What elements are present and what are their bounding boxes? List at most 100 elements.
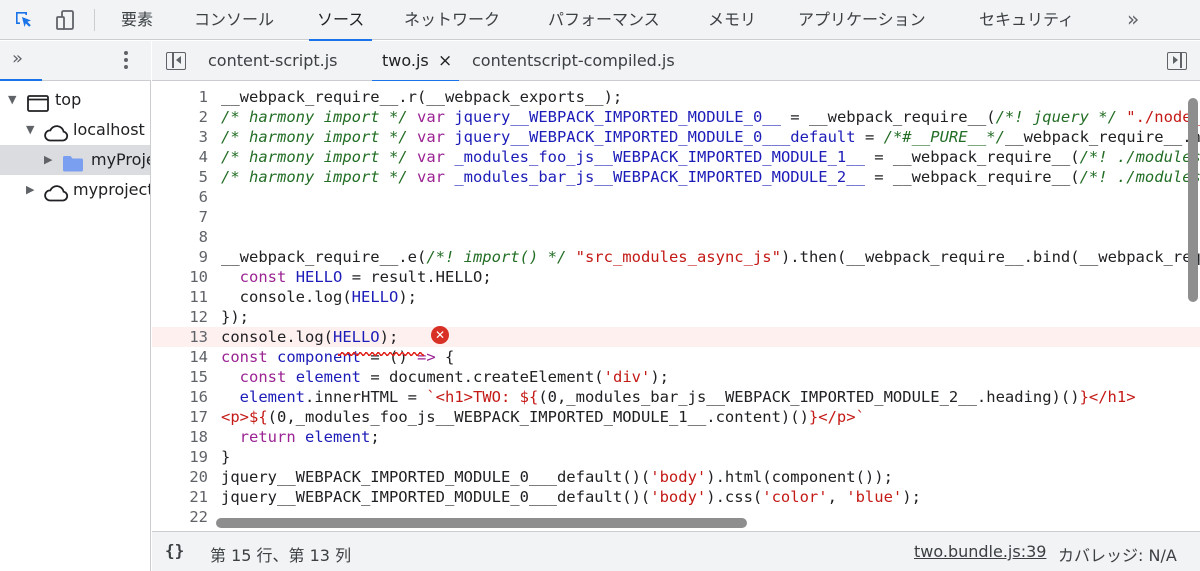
error-underline — [338, 352, 424, 356]
expanded-triangle-icon[interactable]: ▼ — [8, 85, 16, 115]
line-number[interactable]: 12 — [152, 307, 208, 327]
code-line[interactable]: 17 <p>${(0,_modules_foo_js__WEBPACK_IMPOR… — [152, 407, 1200, 427]
line-number[interactable]: 7 — [152, 207, 208, 227]
line-number[interactable]: 16 — [152, 387, 208, 407]
code-line[interactable]: 13 console.log(HELLO); — [152, 327, 1200, 347]
editor-tab-contentscript-compiled[interactable]: contentscript-compiled.js — [472, 41, 675, 81]
line-number[interactable]: 6 — [152, 187, 208, 207]
code-line[interactable]: 16 element.innerHTML = `<h1>TWO: ${(0,_m… — [152, 387, 1200, 407]
code-line[interactable]: 3 /* harmony import */ var jquery__WEBPAC… — [152, 127, 1200, 147]
tab-application[interactable]: アプリケーション — [798, 0, 926, 40]
code-line[interactable]: 6 — [152, 187, 1200, 207]
line-number[interactable]: 2 — [152, 107, 208, 127]
inspect-element-icon[interactable] — [12, 8, 36, 32]
code-text: }); — [221, 308, 249, 326]
editor-tab-two-js[interactable]: two.js — [372, 41, 459, 82]
tab-network[interactable]: ネットワーク — [404, 0, 500, 40]
editor-tab-bar: content-script.js two.js × contentscript… — [152, 41, 1200, 82]
tree-item-label: myProject — [91, 150, 150, 169]
close-tab-icon[interactable]: × — [438, 52, 452, 70]
code-text: /* harmony import */ var _modules_bar_js… — [221, 168, 1200, 186]
expanded-triangle-icon[interactable]: ▼ — [26, 115, 34, 145]
code-line[interactable]: 14 const component = () => { — [152, 347, 1200, 367]
code-line[interactable]: 11 console.log(HELLO); — [152, 287, 1200, 307]
tab-memory[interactable]: メモリ — [708, 0, 756, 40]
code-line[interactable]: 7 — [152, 207, 1200, 227]
more-tabs-button[interactable]: » — [1127, 0, 1139, 40]
line-number[interactable]: 4 — [152, 147, 208, 167]
code-text: /* harmony import */ var jquery__WEBPACK… — [221, 108, 1200, 126]
line-number[interactable]: 11 — [152, 287, 208, 307]
source-map-link[interactable]: two.bundle.js:39 — [914, 542, 1046, 561]
line-number[interactable]: 19 — [152, 447, 208, 467]
toggle-navigator-icon[interactable] — [166, 52, 186, 70]
tree-item-localhost[interactable]: ▼ localhost — [0, 115, 150, 145]
line-number[interactable]: 15 — [152, 367, 208, 387]
line-number[interactable]: 5 — [152, 167, 208, 187]
tree-item-label: myproject — [73, 180, 151, 199]
tab-console[interactable]: コンソール — [194, 0, 274, 40]
code-line[interactable]: 5 /* harmony import */ var _modules_bar_j… — [152, 167, 1200, 187]
toggle-debugger-icon[interactable] — [1167, 52, 1187, 70]
code-line[interactable]: 15 const element = document.createElemen… — [152, 367, 1200, 387]
tree-item-label: localhost — [73, 120, 145, 139]
collapsed-triangle-icon[interactable]: ▶ — [44, 145, 52, 175]
code-text: const HELLO = result.HELLO; — [239, 268, 492, 286]
code-text: __webpack_require__.r(__webpack_exports_… — [221, 88, 623, 106]
code-line[interactable]: 12}); — [152, 307, 1200, 327]
code-text: jquery__WEBPACK_IMPORTED_MODULE_0___defa… — [221, 488, 921, 506]
code-text: element.innerHTML = `<h1>TWO: ${(0,_modu… — [239, 388, 1136, 406]
tree-item-myproject[interactable]: ▶ myproject — [0, 175, 151, 205]
line-number[interactable]: 22 — [152, 507, 208, 527]
code-editor[interactable]: 1 __webpack_require__.r(__webpack_exports… — [152, 81, 1200, 531]
line-number[interactable]: 1 — [152, 87, 208, 107]
line-number[interactable]: 17 — [152, 407, 208, 427]
collapsed-triangle-icon[interactable]: ▶ — [26, 175, 34, 205]
code-line[interactable]: 8 — [152, 227, 1200, 247]
line-number[interactable]: 10 — [152, 267, 208, 287]
line-number[interactable]: 20 — [152, 467, 208, 487]
code-text: /* harmony import */ var jquery__WEBPACK… — [221, 128, 1200, 146]
tab-sources[interactable]: ソース — [308, 0, 373, 41]
line-number[interactable]: 13 — [152, 327, 208, 347]
tree-item-myproject-folder[interactable]: ▶ myProject — [0, 145, 150, 175]
vertical-scrollbar[interactable] — [1188, 98, 1198, 302]
tab-performance[interactable]: パフォーマンス — [548, 0, 660, 40]
code-line[interactable]: 18 return element; — [152, 427, 1200, 447]
line-number[interactable]: 18 — [152, 427, 208, 447]
tab-security[interactable]: セキュリティ — [979, 0, 1074, 40]
code-text: const element = document.createElement('… — [239, 368, 669, 386]
line-number[interactable]: 8 — [152, 227, 208, 247]
tab-elements[interactable]: 要素 — [121, 0, 153, 40]
code-line[interactable]: 19} — [152, 447, 1200, 467]
status-bar: {} 第 15 行、第 13 列 two.bundle.js:39 カバレッジ:… — [152, 531, 1200, 571]
cursor-position: 第 15 行、第 13 列 — [210, 546, 352, 565]
error-icon[interactable]: ✕ — [431, 326, 449, 344]
editor-tab-content-script[interactable]: content-script.js — [208, 41, 337, 81]
pretty-print-button[interactable]: {} — [165, 541, 184, 560]
code-line[interactable]: 2 /* harmony import */ var jquery__WEBPAC… — [152, 107, 1200, 127]
code-line[interactable]: 4 /* harmony import */ var _modules_foo_j… — [152, 147, 1200, 167]
kebab-menu-icon[interactable] — [119, 51, 133, 71]
code-text: return element; — [239, 428, 380, 446]
code-line[interactable]: 10 const HELLO = result.HELLO; — [152, 267, 1200, 287]
line-number[interactable]: 14 — [152, 347, 208, 367]
code-text: console.log(HELLO); — [221, 288, 417, 306]
device-toolbar-icon[interactable] — [53, 8, 77, 32]
line-number[interactable]: 21 — [152, 487, 208, 507]
code-text: } — [221, 448, 231, 466]
horizontal-scrollbar[interactable] — [216, 518, 747, 528]
toolbar-divider — [94, 9, 95, 31]
tree-item-top[interactable]: ▼ top — [0, 85, 150, 115]
cloud-icon — [43, 182, 69, 212]
line-number[interactable]: 9 — [152, 247, 208, 267]
code-line[interactable]: 9 __webpack_require__.e(/*! import() */ "… — [152, 247, 1200, 267]
code-text: /* harmony import */ var _modules_foo_js… — [221, 148, 1200, 166]
line-number[interactable]: 3 — [152, 127, 208, 147]
tree-item-label: top — [55, 90, 82, 109]
code-line[interactable]: 20 jquery__WEBPACK_IMPORTED_MODULE_0___de… — [152, 467, 1200, 487]
code-line[interactable]: 21 jquery__WEBPACK_IMPORTED_MODULE_0___de… — [152, 487, 1200, 507]
code-line[interactable]: 1 __webpack_require__.r(__webpack_exports… — [152, 87, 1200, 107]
navigator-more-tabs-button[interactable]: » — [0, 48, 43, 81]
code-text: <p>${(0,_modules_foo_js__WEBPACK_IMPORTE… — [221, 408, 865, 426]
